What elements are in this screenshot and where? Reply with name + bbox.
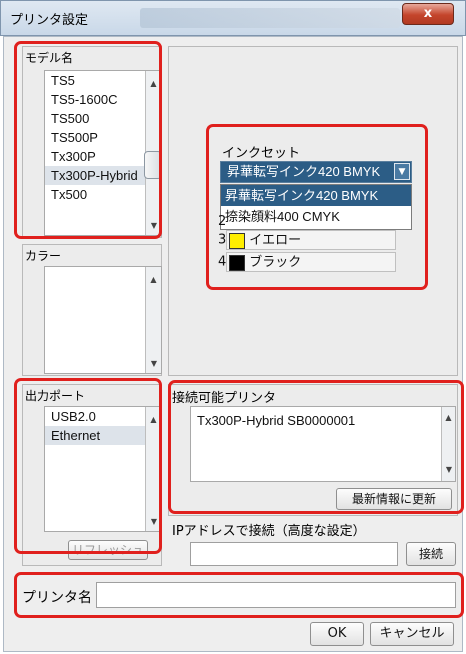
highlight-port <box>14 378 162 554</box>
close-button[interactable]: x <box>402 3 454 25</box>
ip-label: IPアドレスで接続（高度な設定） <box>172 524 366 539</box>
highlight-ink <box>206 124 428 290</box>
color-scrollbar[interactable]: ▲ ▼ <box>145 267 161 373</box>
ip-input[interactable] <box>190 542 398 566</box>
cancel-button[interactable]: キャンセル <box>370 622 454 646</box>
connect-button[interactable]: 接続 <box>406 542 456 566</box>
title-bar-ghost <box>140 8 400 28</box>
scroll-up-icon[interactable]: ▲ <box>146 275 161 284</box>
highlight-connectable <box>168 380 464 514</box>
scroll-down-icon[interactable]: ▼ <box>146 359 162 368</box>
color-label: カラー <box>25 249 62 263</box>
ok-button[interactable]: OK <box>310 622 364 646</box>
highlight-model <box>14 41 162 239</box>
highlight-printer-name <box>14 572 464 618</box>
window-title: プリンタ設定 <box>10 13 89 28</box>
